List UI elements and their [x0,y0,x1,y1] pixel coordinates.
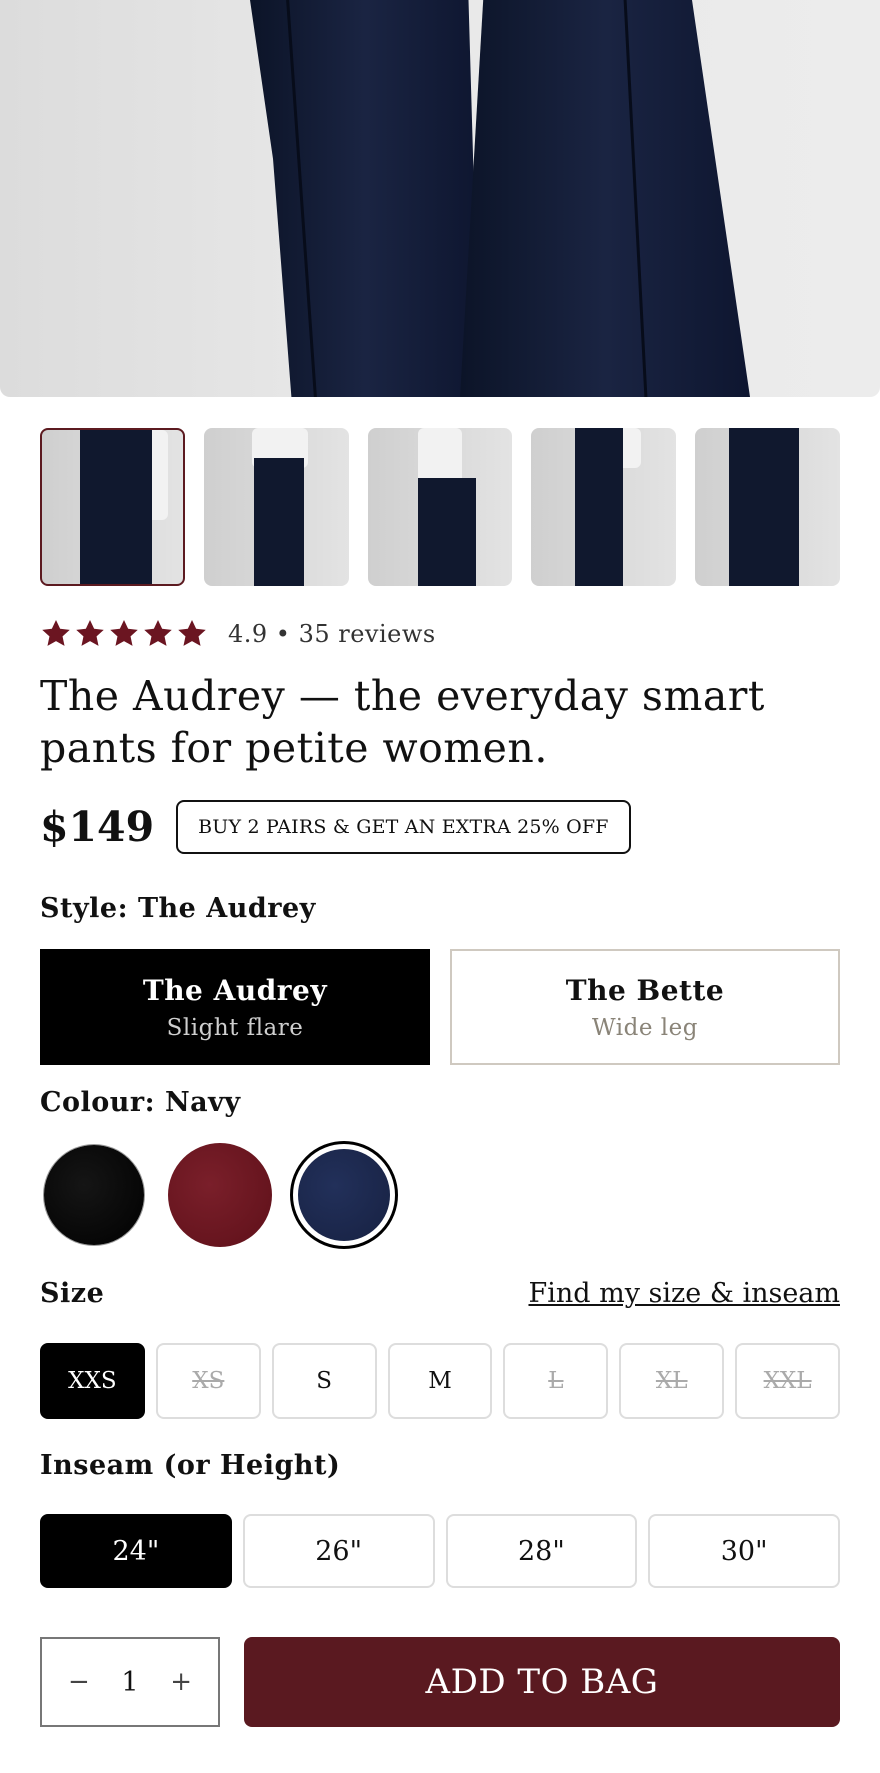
rating-summary[interactable]: 4.9 • 35 reviews [40,616,436,652]
star-icon [76,620,104,646]
size-option-s[interactable]: S [271,1343,377,1419]
size-label: Size [40,1278,105,1309]
style-option-sub: Slight flare [166,1014,304,1041]
star-icon [178,620,206,646]
quantity-decrease-button[interactable]: − [68,1667,90,1697]
style-option-bette[interactable]: The Bette Wide leg [450,949,840,1065]
star-icon [42,620,70,646]
swatch-wine[interactable] [168,1143,272,1247]
inseam-option-26[interactable]: 26" [242,1514,435,1588]
quantity-stepper: − 1 + [40,1637,220,1727]
pant-leg-left [250,0,480,397]
star-icon [110,620,138,646]
product-title: The Audrey — the everyday smart pants fo… [40,672,765,772]
product-main-image[interactable] [0,0,880,397]
thumbnail-1[interactable] [40,428,185,586]
inseam-selector: 24" 26" 28" 30" [40,1514,840,1588]
thumbnail-2[interactable] [203,428,349,586]
size-option-xs[interactable]: XS [155,1343,261,1419]
style-label: Style: The Audrey [40,893,316,924]
size-option-xl[interactable]: XL [619,1343,725,1419]
style-selector: The Audrey Slight flare The Bette Wide l… [40,949,840,1065]
colour-label: Colour: Navy [40,1087,241,1118]
inseam-option-30[interactable]: 30" [648,1514,840,1588]
style-option-sub: Wide leg [592,1014,698,1041]
price-row: $149 BUY 2 PAIRS & GET AN EXTRA 25% OFF [40,800,631,854]
inseam-option-24[interactable]: 24" [40,1514,232,1588]
style-option-audrey[interactable]: The Audrey Slight flare [40,949,430,1065]
quantity-increase-button[interactable]: + [170,1667,192,1697]
inseam-option-28[interactable]: 28" [445,1514,638,1588]
size-option-m[interactable]: M [387,1343,493,1419]
swatch-black[interactable] [44,1145,144,1245]
swatch-navy [298,1149,390,1241]
product-price: $149 [40,803,155,851]
thumbnail-4[interactable] [531,428,677,586]
add-to-bag-button[interactable]: ADD TO BAG [244,1637,840,1727]
inseam-label: Inseam (or Height) [40,1450,341,1481]
size-option-xxs[interactable]: XXS [40,1343,145,1419]
size-option-l[interactable]: L [503,1343,609,1419]
size-header: Size Find my size & inseam [40,1278,840,1309]
thumbnail-gallery [40,428,840,586]
promo-badge: BUY 2 PAIRS & GET AN EXTRA 25% OFF [176,800,631,854]
size-option-xxl[interactable]: XXL [735,1343,841,1419]
quantity-value[interactable]: 1 [121,1667,138,1698]
rating-stars [40,618,208,650]
star-icon [144,620,172,646]
swatch-navy-selected[interactable] [290,1141,398,1249]
style-option-name: The Audrey [142,973,328,1007]
colour-selector [40,1140,398,1250]
thumbnail-5[interactable] [695,428,840,586]
size-selector: XXS XS S M L XL XXL [40,1343,841,1419]
thumbnail-3[interactable] [367,428,513,586]
style-option-name: The Bette [565,973,725,1007]
pant-leg-right [460,0,750,397]
rating-text[interactable]: 4.9 • 35 reviews [228,620,436,648]
find-size-link[interactable]: Find my size & inseam [528,1278,840,1309]
